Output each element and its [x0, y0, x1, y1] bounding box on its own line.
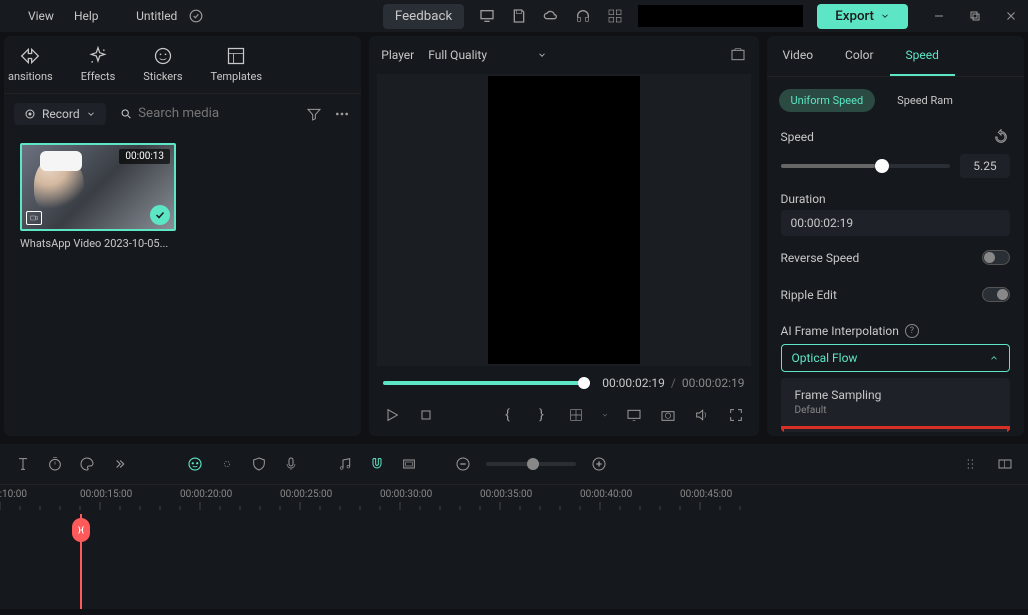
zoom-in-icon[interactable] — [590, 455, 608, 473]
tab-effects[interactable]: Effects — [81, 46, 116, 83]
reverse-toggle[interactable] — [982, 250, 1010, 265]
display-icon[interactable] — [625, 406, 643, 424]
speed-value[interactable]: 5.25 — [960, 154, 1010, 178]
reset-speed-icon[interactable] — [992, 128, 1010, 146]
tab-transitions[interactable]: ansitions — [8, 46, 53, 83]
ripple-label: Ripple Edit — [781, 288, 837, 302]
feedback-button[interactable]: Feedback — [383, 4, 464, 29]
subtab-uniform-speed[interactable]: Uniform Speed — [779, 89, 876, 112]
interpolation-dropdown[interactable]: Optical Flow — [781, 344, 1010, 372]
clip-filename: WhatsApp Video 2023-10-05... — [20, 237, 176, 250]
search-input[interactable] — [116, 102, 296, 125]
fullscreen-icon[interactable] — [727, 406, 745, 424]
timeline-ruler[interactable]: 0:10:00 00:00:15:00 00:00:20:00 00:00:25… — [0, 484, 1028, 514]
palette-icon[interactable] — [78, 455, 96, 473]
project-title: Untitled — [136, 9, 177, 23]
more-tools-icon[interactable] — [110, 455, 128, 473]
blank-area — [638, 5, 803, 27]
tab-speed[interactable]: Speed — [890, 36, 955, 76]
music-icon[interactable] — [336, 455, 354, 473]
option-frame-blending[interactable]: Frame BlendingFaster but lower quality — [781, 426, 1010, 432]
timecode: 00:00:02:19/00:00:02:19 — [602, 376, 744, 390]
close-icon[interactable] — [1002, 7, 1020, 25]
volume-icon[interactable] — [693, 406, 711, 424]
minimize-icon[interactable] — [930, 7, 948, 25]
frame-icon[interactable] — [400, 455, 418, 473]
check-icon — [150, 205, 170, 225]
filter-icon[interactable] — [305, 105, 323, 123]
scrub-bar[interactable] — [383, 381, 590, 385]
media-clip[interactable]: 00:00:13 WhatsApp Video 2023-10-05... — [20, 143, 176, 250]
tab-color[interactable]: Color — [829, 36, 889, 76]
zoom-out-icon[interactable] — [454, 455, 472, 473]
layout-icon[interactable] — [996, 455, 1014, 473]
duration-input[interactable]: 00:00:02:19 — [781, 210, 1010, 236]
shield-icon[interactable] — [250, 455, 268, 473]
timeline-toolbar — [0, 444, 1028, 484]
more-icon[interactable] — [333, 105, 351, 123]
mark-in-icon[interactable]: { — [499, 406, 517, 424]
save-icon[interactable] — [510, 7, 528, 25]
interpolation-options: Frame SamplingDefault Frame BlendingFast… — [781, 378, 1010, 432]
play-icon[interactable] — [383, 406, 401, 424]
record-button[interactable]: Record — [14, 103, 106, 125]
subtab-speed-ramp[interactable]: Speed Ram — [885, 89, 965, 112]
cloud-icon[interactable] — [542, 7, 560, 25]
speed-slider[interactable] — [781, 164, 950, 168]
titlebar: View Help Untitled Feedback Export — [0, 0, 1028, 32]
search-icon — [120, 107, 132, 121]
mark-out-icon[interactable]: } — [533, 406, 551, 424]
help-icon[interactable]: ? — [905, 324, 919, 338]
playhead-handle[interactable] — [72, 518, 90, 542]
list-view-icon[interactable] — [964, 455, 982, 473]
zoom-slider[interactable] — [486, 462, 576, 466]
duration-label: Duration — [781, 192, 1010, 206]
export-button[interactable]: Export — [817, 4, 908, 29]
camera-icon[interactable] — [659, 406, 677, 424]
player-panel: Player Full Quality 00:00:02:19/00:00:02… — [369, 36, 758, 436]
text-tool-icon[interactable] — [14, 455, 32, 473]
clip-duration: 00:00:13 — [119, 149, 170, 164]
tab-templates[interactable]: Templates — [211, 46, 262, 83]
tab-stickers[interactable]: Stickers — [143, 46, 182, 83]
headphones-icon[interactable] — [574, 7, 592, 25]
timer-icon[interactable] — [46, 455, 64, 473]
video-preview[interactable] — [377, 74, 750, 366]
grid-icon[interactable] — [606, 7, 624, 25]
reverse-label: Reverse Speed — [781, 251, 860, 265]
ripple-toggle[interactable] — [982, 287, 1010, 302]
inspector-panel: Video Color Speed Uniform Speed Speed Ra… — [767, 36, 1024, 436]
speed-label: Speed — [781, 130, 814, 144]
monitor-icon[interactable] — [478, 7, 496, 25]
player-label: Player — [381, 48, 414, 62]
snapshot-icon[interactable] — [729, 46, 747, 64]
video-badge-icon — [26, 211, 42, 225]
sparkle-icon[interactable] — [218, 455, 236, 473]
maximize-icon[interactable] — [966, 7, 984, 25]
crop-icon[interactable] — [567, 406, 585, 424]
mic-icon[interactable] — [282, 455, 300, 473]
quality-dropdown[interactable]: Full Quality — [428, 48, 547, 62]
interp-label: AI Frame Interpolation — [781, 324, 899, 338]
option-frame-sampling[interactable]: Frame SamplingDefault — [781, 378, 1010, 426]
tab-video[interactable]: Video — [767, 36, 830, 76]
ai-icon[interactable] — [186, 455, 204, 473]
checkmark-icon — [187, 7, 205, 25]
media-panel: ansitions Effects Stickers Templates Rec… — [4, 36, 361, 436]
magnet-icon[interactable] — [368, 455, 386, 473]
stop-icon[interactable] — [417, 406, 435, 424]
